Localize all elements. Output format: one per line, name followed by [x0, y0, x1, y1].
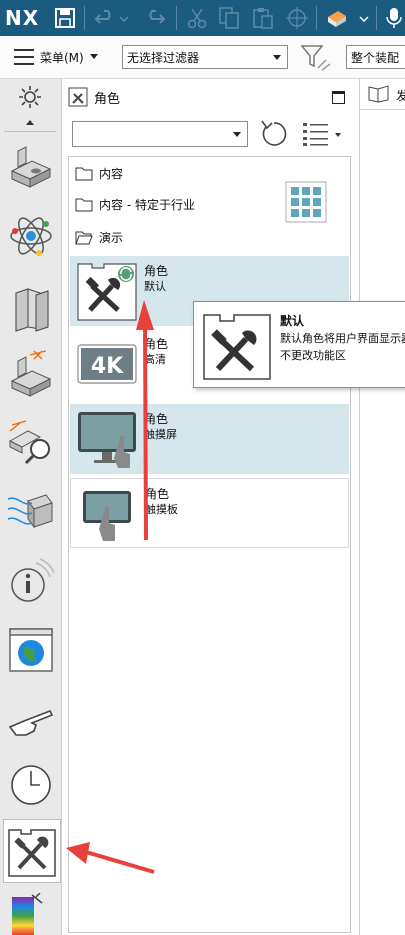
folder-icon — [75, 167, 93, 180]
folder-icon — [75, 198, 93, 211]
4k-icon: 4K — [77, 344, 137, 384]
role-subtitle: 高清 — [144, 353, 166, 366]
selection-filter-value: 无选择过滤器 — [127, 50, 200, 65]
roles-panel: 角色 内容 内容 - 特定于行业 演示 角色 默认 4K 角色 高清 角色 触摸… — [62, 79, 360, 935]
tools-icon — [77, 263, 137, 321]
cut-icon[interactable] — [184, 5, 210, 31]
book-icon — [368, 85, 389, 103]
folder-label: 内容 — [99, 166, 124, 181]
role-filter-dropdown[interactable] — [72, 121, 248, 147]
folder-label: 内容 - 特定于行业 — [99, 197, 195, 212]
selection-filter-dropdown[interactable]: 无选择过滤器 — [122, 45, 288, 69]
inspect-magnifier-icon[interactable] — [6, 417, 56, 467]
tooltip-description: 默认角色将用户界面显示器。该角色不更改功能区 — [280, 332, 405, 362]
chevron-down-icon — [273, 55, 281, 60]
roles-list: 内容 内容 - 特定于行业 演示 角色 默认 4K 角色 高清 角色 触摸屏 角… — [68, 156, 351, 933]
svg-text:4K: 4K — [91, 354, 124, 379]
folder-industry[interactable]: 内容 - 特定于行业 — [75, 193, 195, 215]
folder-label: 演示 — [99, 230, 124, 245]
render-dropdown-icon[interactable] — [358, 5, 370, 31]
role-subtitle: 触摸屏 — [144, 428, 177, 441]
reset-icon[interactable] — [258, 117, 288, 149]
maximize-icon[interactable] — [332, 91, 345, 104]
title-bar: NX — [0, 0, 405, 36]
physics-atom-icon[interactable] — [6, 211, 56, 261]
roles-icon — [8, 829, 56, 877]
folder-demo[interactable]: 演示 — [75, 226, 123, 248]
list-view-icon[interactable] — [302, 121, 342, 147]
web-browser-icon[interactable] — [6, 625, 56, 675]
command-bar: 菜单(M) 无选择过滤器 整个装配 — [0, 36, 405, 79]
role-name: 角色 — [144, 412, 169, 426]
role-name: 角色 — [145, 487, 170, 501]
nx-logo: NX — [5, 6, 40, 30]
menu-label: 菜单(M) — [40, 50, 84, 65]
redo-icon[interactable] — [142, 5, 168, 31]
touchscreen-icon — [78, 412, 136, 468]
role-subtitle: 默认 — [144, 280, 166, 293]
save-icon[interactable] — [52, 5, 78, 31]
palette-icon[interactable] — [6, 893, 56, 935]
filter-funnel-icon[interactable] — [298, 42, 334, 74]
role-item-touchpad[interactable]: 角色 触摸板 — [70, 478, 349, 548]
dimension-part-icon[interactable] — [6, 349, 56, 399]
assembly-scope-value: 整个装配 — [351, 50, 400, 65]
scroll-up-icon[interactable] — [26, 120, 34, 125]
grid-view-icon[interactable] — [285, 181, 327, 223]
clock-history-icon[interactable] — [6, 759, 56, 809]
touchpad-icon — [83, 491, 131, 541]
books-icon[interactable] — [6, 283, 56, 333]
info-icon[interactable] — [6, 557, 56, 607]
resource-bar — [0, 79, 62, 935]
tooltip-title: 默认 — [280, 314, 305, 328]
role-subtitle: 触摸板 — [145, 503, 178, 516]
settings-icon[interactable] — [18, 85, 42, 109]
part-navigator-icon[interactable] — [6, 141, 56, 191]
assembly-scope-dropdown[interactable]: 整个装配 — [346, 45, 405, 69]
hamburger-icon — [14, 49, 34, 65]
role-item-touchscreen[interactable]: 角色 触摸屏 — [70, 404, 349, 474]
tools-icon — [203, 314, 271, 380]
right-tab-label: 发 — [396, 89, 405, 103]
right-panel-tab[interactable]: 发 — [360, 79, 405, 110]
copy-icon[interactable] — [216, 5, 242, 31]
menu-button[interactable]: 菜单(M) — [14, 45, 98, 69]
role-name: 角色 — [144, 264, 169, 278]
touch-hand-icon[interactable] — [6, 697, 56, 747]
flow-analysis-icon[interactable] — [6, 485, 56, 535]
render-icon[interactable] — [324, 5, 350, 31]
paste-icon[interactable] — [250, 5, 276, 31]
snap-icon[interactable] — [284, 5, 310, 31]
chevron-down-icon — [89, 54, 98, 59]
role-name: 角色 — [144, 337, 169, 351]
undo-dropdown-icon[interactable] — [118, 5, 130, 31]
chevron-down-icon — [233, 132, 241, 137]
undo-icon[interactable] — [92, 5, 118, 31]
role-tooltip: 默认 默认角色将用户界面显示器。该角色不更改功能区 — [193, 301, 405, 388]
microphone-icon[interactable] — [384, 5, 404, 31]
folder-content[interactable]: 内容 — [75, 162, 123, 184]
folder-open-icon — [75, 231, 93, 244]
roles-icon — [68, 87, 88, 107]
roles-tab-active[interactable] — [3, 819, 61, 883]
panel-title: 角色 — [94, 92, 121, 107]
